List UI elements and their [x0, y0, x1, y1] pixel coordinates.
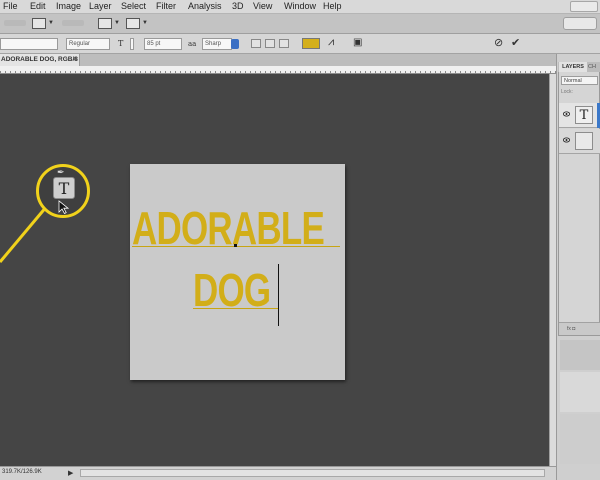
align-right-icon[interactable]	[279, 39, 289, 48]
blend-mode-select[interactable]: Normal	[561, 76, 598, 85]
status-menu-icon[interactable]: ▶	[68, 469, 73, 477]
menu-view[interactable]: View	[253, 1, 272, 11]
font-size-field[interactable]: 85 pt	[144, 38, 182, 50]
zoom-level-button[interactable]	[62, 20, 84, 26]
menu-filter[interactable]: Filter	[156, 1, 176, 11]
type-tool-callout: ✒ T	[36, 164, 90, 218]
menu-image[interactable]: Image	[56, 1, 81, 11]
background-layer-thumbnail	[575, 132, 593, 150]
workspace-switcher[interactable]	[563, 17, 597, 30]
view-extras-icon[interactable]	[32, 18, 46, 29]
text-baseline	[193, 308, 279, 309]
horizontal-ruler	[0, 66, 556, 74]
panel-background-block	[560, 414, 600, 464]
vertical-scrollbar[interactable]	[549, 74, 556, 466]
layer-row-type[interactable]: T	[559, 103, 600, 128]
chevron-down-icon: ▼	[114, 20, 120, 26]
menu-select[interactable]: Select	[121, 1, 146, 11]
options-bar: Regular T 85 pt aa Sharp	[0, 34, 600, 54]
menu-file[interactable]: File	[3, 1, 18, 11]
antialias-field[interactable]: Sharp	[202, 38, 232, 50]
chevron-down-icon: ▼	[142, 20, 148, 26]
menu-edit[interactable]: Edit	[30, 1, 46, 11]
warp-text-icon[interactable]: ⩘	[328, 36, 334, 49]
text-anchor-point	[234, 244, 237, 247]
type-layer-thumbnail: T	[575, 106, 593, 124]
layer-row-background[interactable]	[559, 129, 600, 154]
text-color-swatch[interactable]	[302, 38, 320, 49]
screen-mode-icon[interactable]	[126, 18, 140, 29]
horizontal-type-tool-button[interactable]: T	[53, 177, 75, 199]
panel-background-block	[560, 372, 600, 412]
align-center-icon[interactable]	[265, 39, 275, 48]
antialias-icon: aa	[188, 40, 197, 48]
launch-bridge-button[interactable]	[4, 20, 26, 26]
horizontal-scrollbar[interactable]	[80, 469, 545, 477]
menu-help[interactable]: Help	[323, 1, 342, 11]
application-bar: ▼ ▼ ▼	[0, 14, 600, 34]
antialias-dropdown-icon[interactable]	[231, 39, 239, 49]
font-size-icon: T	[118, 39, 124, 48]
align-left-icon[interactable]	[251, 39, 261, 48]
menu-bar: File Edit Image Layer Select Filter Anal…	[0, 0, 600, 14]
photoshop-window: File Edit Image Layer Select Filter Anal…	[0, 0, 600, 480]
document-tab[interactable]: ADORABLE DOG, RGB/8	[0, 54, 80, 66]
panel-background-block	[560, 340, 600, 370]
menu-extras	[570, 1, 598, 12]
document-size-readout: 319.7K/126.9K	[2, 469, 42, 475]
chevron-down-icon: ▼	[48, 20, 54, 26]
cancel-icon[interactable]: ⊘	[494, 36, 503, 49]
mouse-pointer-icon	[58, 200, 70, 214]
menu-analysis[interactable]: Analysis	[188, 1, 222, 11]
tab-layers[interactable]: LAYERS	[559, 62, 587, 72]
menu-layer[interactable]: Layer	[89, 1, 112, 11]
font-family-field[interactable]	[0, 38, 58, 50]
character-panel-icon[interactable]: ▣	[353, 37, 362, 48]
menu-3d[interactable]: 3D	[232, 1, 244, 11]
close-icon[interactable]: ✕	[72, 54, 78, 66]
eye-icon[interactable]	[563, 111, 570, 117]
tab-channels[interactable]: CH	[588, 62, 600, 72]
checkmark-icon[interactable]: ✔	[511, 36, 520, 49]
document-tab-bar	[0, 54, 556, 66]
font-style-field[interactable]: Regular	[66, 38, 110, 50]
lock-options[interactable]: Lock:	[561, 89, 598, 98]
layers-panel-footer[interactable]: fx ◘	[559, 322, 600, 335]
arrange-documents-icon[interactable]	[98, 18, 112, 29]
menu-window[interactable]: Window	[284, 1, 316, 11]
font-size-spacer	[130, 38, 134, 50]
eye-icon[interactable]	[563, 137, 570, 143]
text-insertion-cursor	[278, 264, 279, 326]
